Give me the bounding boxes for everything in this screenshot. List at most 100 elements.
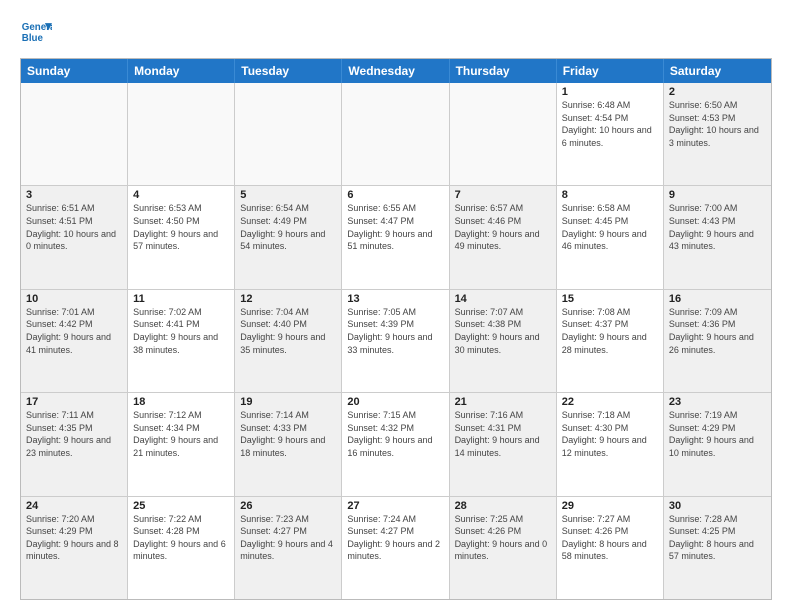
calendar-cell: 29Sunrise: 7:27 AM Sunset: 4:26 PM Dayli… [557, 497, 664, 599]
calendar-cell [235, 83, 342, 185]
day-number: 24 [26, 500, 122, 512]
calendar-cell: 10Sunrise: 7:01 AM Sunset: 4:42 PM Dayli… [21, 290, 128, 392]
calendar-cell [21, 83, 128, 185]
day-info: Sunrise: 7:05 AM Sunset: 4:39 PM Dayligh… [347, 306, 443, 356]
day-number: 19 [240, 396, 336, 408]
calendar-cell: 7Sunrise: 6:57 AM Sunset: 4:46 PM Daylig… [450, 186, 557, 288]
day-number: 15 [562, 293, 658, 305]
calendar-cell: 13Sunrise: 7:05 AM Sunset: 4:39 PM Dayli… [342, 290, 449, 392]
calendar-cell: 9Sunrise: 7:00 AM Sunset: 4:43 PM Daylig… [664, 186, 771, 288]
calendar-week-4: 17Sunrise: 7:11 AM Sunset: 4:35 PM Dayli… [21, 393, 771, 496]
calendar-cell: 5Sunrise: 6:54 AM Sunset: 4:49 PM Daylig… [235, 186, 342, 288]
calendar-cell: 17Sunrise: 7:11 AM Sunset: 4:35 PM Dayli… [21, 393, 128, 495]
header-day-saturday: Saturday [664, 59, 771, 83]
calendar-cell: 20Sunrise: 7:15 AM Sunset: 4:32 PM Dayli… [342, 393, 449, 495]
calendar-cell [342, 83, 449, 185]
calendar-cell: 22Sunrise: 7:18 AM Sunset: 4:30 PM Dayli… [557, 393, 664, 495]
header-day-wednesday: Wednesday [342, 59, 449, 83]
svg-text:Blue: Blue [22, 33, 44, 44]
calendar-cell: 4Sunrise: 6:53 AM Sunset: 4:50 PM Daylig… [128, 186, 235, 288]
calendar-week-1: 1Sunrise: 6:48 AM Sunset: 4:54 PM Daylig… [21, 83, 771, 186]
day-info: Sunrise: 7:25 AM Sunset: 4:26 PM Dayligh… [455, 513, 551, 563]
day-info: Sunrise: 7:23 AM Sunset: 4:27 PM Dayligh… [240, 513, 336, 563]
day-number: 14 [455, 293, 551, 305]
day-info: Sunrise: 7:19 AM Sunset: 4:29 PM Dayligh… [669, 409, 766, 459]
day-info: Sunrise: 6:53 AM Sunset: 4:50 PM Dayligh… [133, 202, 229, 252]
calendar-cell: 27Sunrise: 7:24 AM Sunset: 4:27 PM Dayli… [342, 497, 449, 599]
day-number: 16 [669, 293, 766, 305]
calendar-cell: 25Sunrise: 7:22 AM Sunset: 4:28 PM Dayli… [128, 497, 235, 599]
calendar-cell: 16Sunrise: 7:09 AM Sunset: 4:36 PM Dayli… [664, 290, 771, 392]
day-number: 8 [562, 189, 658, 201]
header-day-friday: Friday [557, 59, 664, 83]
day-number: 17 [26, 396, 122, 408]
day-info: Sunrise: 7:28 AM Sunset: 4:25 PM Dayligh… [669, 513, 766, 563]
calendar-cell: 6Sunrise: 6:55 AM Sunset: 4:47 PM Daylig… [342, 186, 449, 288]
day-info: Sunrise: 6:55 AM Sunset: 4:47 PM Dayligh… [347, 202, 443, 252]
day-number: 26 [240, 500, 336, 512]
calendar-week-3: 10Sunrise: 7:01 AM Sunset: 4:42 PM Dayli… [21, 290, 771, 393]
day-info: Sunrise: 7:11 AM Sunset: 4:35 PM Dayligh… [26, 409, 122, 459]
day-number: 20 [347, 396, 443, 408]
calendar-cell: 30Sunrise: 7:28 AM Sunset: 4:25 PM Dayli… [664, 497, 771, 599]
calendar-cell: 8Sunrise: 6:58 AM Sunset: 4:45 PM Daylig… [557, 186, 664, 288]
day-number: 23 [669, 396, 766, 408]
logo: General Blue [20, 16, 52, 48]
header-day-sunday: Sunday [21, 59, 128, 83]
calendar-cell: 18Sunrise: 7:12 AM Sunset: 4:34 PM Dayli… [128, 393, 235, 495]
day-number: 27 [347, 500, 443, 512]
page-header: General Blue [20, 16, 772, 48]
day-number: 18 [133, 396, 229, 408]
day-info: Sunrise: 7:15 AM Sunset: 4:32 PM Dayligh… [347, 409, 443, 459]
calendar-cell: 2Sunrise: 6:50 AM Sunset: 4:53 PM Daylig… [664, 83, 771, 185]
day-info: Sunrise: 7:12 AM Sunset: 4:34 PM Dayligh… [133, 409, 229, 459]
header-day-monday: Monday [128, 59, 235, 83]
calendar-cell: 23Sunrise: 7:19 AM Sunset: 4:29 PM Dayli… [664, 393, 771, 495]
day-info: Sunrise: 7:02 AM Sunset: 4:41 PM Dayligh… [133, 306, 229, 356]
logo-icon: General Blue [20, 16, 52, 48]
day-number: 28 [455, 500, 551, 512]
calendar-cell: 26Sunrise: 7:23 AM Sunset: 4:27 PM Dayli… [235, 497, 342, 599]
calendar-week-5: 24Sunrise: 7:20 AM Sunset: 4:29 PM Dayli… [21, 497, 771, 599]
calendar-cell [450, 83, 557, 185]
day-info: Sunrise: 6:58 AM Sunset: 4:45 PM Dayligh… [562, 202, 658, 252]
day-info: Sunrise: 7:09 AM Sunset: 4:36 PM Dayligh… [669, 306, 766, 356]
calendar-cell: 11Sunrise: 7:02 AM Sunset: 4:41 PM Dayli… [128, 290, 235, 392]
day-info: Sunrise: 6:54 AM Sunset: 4:49 PM Dayligh… [240, 202, 336, 252]
day-number: 25 [133, 500, 229, 512]
calendar-header: SundayMondayTuesdayWednesdayThursdayFrid… [21, 59, 771, 83]
calendar-cell: 15Sunrise: 7:08 AM Sunset: 4:37 PM Dayli… [557, 290, 664, 392]
day-number: 30 [669, 500, 766, 512]
day-info: Sunrise: 7:22 AM Sunset: 4:28 PM Dayligh… [133, 513, 229, 563]
day-number: 7 [455, 189, 551, 201]
day-info: Sunrise: 7:16 AM Sunset: 4:31 PM Dayligh… [455, 409, 551, 459]
day-info: Sunrise: 7:08 AM Sunset: 4:37 PM Dayligh… [562, 306, 658, 356]
day-info: Sunrise: 7:04 AM Sunset: 4:40 PM Dayligh… [240, 306, 336, 356]
calendar-cell: 24Sunrise: 7:20 AM Sunset: 4:29 PM Dayli… [21, 497, 128, 599]
day-info: Sunrise: 7:07 AM Sunset: 4:38 PM Dayligh… [455, 306, 551, 356]
day-number: 3 [26, 189, 122, 201]
calendar-week-2: 3Sunrise: 6:51 AM Sunset: 4:51 PM Daylig… [21, 186, 771, 289]
day-info: Sunrise: 6:57 AM Sunset: 4:46 PM Dayligh… [455, 202, 551, 252]
day-info: Sunrise: 7:18 AM Sunset: 4:30 PM Dayligh… [562, 409, 658, 459]
day-number: 29 [562, 500, 658, 512]
day-info: Sunrise: 6:51 AM Sunset: 4:51 PM Dayligh… [26, 202, 122, 252]
day-number: 5 [240, 189, 336, 201]
day-number: 13 [347, 293, 443, 305]
day-info: Sunrise: 6:48 AM Sunset: 4:54 PM Dayligh… [562, 99, 658, 149]
header-day-thursday: Thursday [450, 59, 557, 83]
day-info: Sunrise: 7:00 AM Sunset: 4:43 PM Dayligh… [669, 202, 766, 252]
day-number: 11 [133, 293, 229, 305]
calendar-cell: 3Sunrise: 6:51 AM Sunset: 4:51 PM Daylig… [21, 186, 128, 288]
day-info: Sunrise: 7:14 AM Sunset: 4:33 PM Dayligh… [240, 409, 336, 459]
calendar-body: 1Sunrise: 6:48 AM Sunset: 4:54 PM Daylig… [21, 83, 771, 599]
day-number: 12 [240, 293, 336, 305]
header-day-tuesday: Tuesday [235, 59, 342, 83]
day-number: 2 [669, 86, 766, 98]
calendar-cell: 21Sunrise: 7:16 AM Sunset: 4:31 PM Dayli… [450, 393, 557, 495]
calendar-cell: 1Sunrise: 6:48 AM Sunset: 4:54 PM Daylig… [557, 83, 664, 185]
day-number: 10 [26, 293, 122, 305]
calendar-cell: 12Sunrise: 7:04 AM Sunset: 4:40 PM Dayli… [235, 290, 342, 392]
calendar-cell: 28Sunrise: 7:25 AM Sunset: 4:26 PM Dayli… [450, 497, 557, 599]
day-number: 6 [347, 189, 443, 201]
